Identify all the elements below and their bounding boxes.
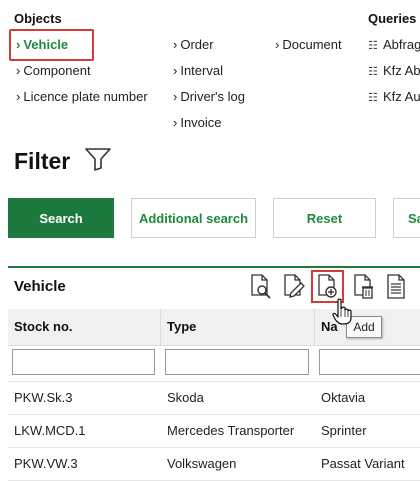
view-document-icon[interactable] xyxy=(249,273,273,301)
cell-stock-no: LKW.MCD.1 xyxy=(14,423,86,438)
query-item-1-label: Abfrag xyxy=(383,37,420,52)
name-filter-input[interactable] xyxy=(319,349,420,375)
type-filter-input[interactable] xyxy=(165,349,309,375)
column-header-type[interactable]: Type xyxy=(161,309,314,345)
nav-invoice-label: Invoice xyxy=(180,115,222,130)
cell-stock-no: PKW.VW.3 xyxy=(14,456,78,471)
query-icon: ☷ xyxy=(368,66,378,78)
queries-heading: Queries xyxy=(368,11,417,26)
save-button[interactable]: Sa xyxy=(393,198,420,238)
nav-drivers-log-label: Driver's log xyxy=(180,89,245,104)
table-row[interactable]: PKW.VW.3 Volkswagen Passat Variant xyxy=(8,448,420,481)
objects-heading: Objects xyxy=(14,11,62,26)
column-header-stock-no[interactable]: Stock no. xyxy=(8,309,160,345)
cell-type: Skoda xyxy=(167,390,204,405)
nav-order[interactable]: › Order xyxy=(173,37,214,52)
nav-drivers-log[interactable]: › Driver's log xyxy=(173,89,245,104)
reset-button[interactable]: Reset xyxy=(273,198,376,238)
cell-type: Volkswagen xyxy=(167,456,237,471)
table-row[interactable]: LKW.MCD.1 Mercedes Transporter Sprinter xyxy=(8,415,420,448)
search-button[interactable]: Search xyxy=(8,198,114,238)
cell-name: Passat Variant xyxy=(321,456,405,471)
nav-component-label: Component xyxy=(23,63,91,78)
query-item-2[interactable]: ☷ Kfz Abt xyxy=(368,63,420,78)
nav-order-label: Order xyxy=(180,37,214,52)
nav-licence-plate[interactable]: › Licence plate number xyxy=(16,89,148,104)
hand-cursor-icon xyxy=(332,298,352,325)
nav-document-label: Document xyxy=(282,37,342,52)
nav-vehicle-label: Vehicle xyxy=(23,37,69,52)
nav-interval[interactable]: › Interval xyxy=(173,63,223,78)
add-document-icon[interactable] xyxy=(316,273,340,301)
query-item-3-label: Kfz Aus xyxy=(383,89,420,104)
query-icon: ☷ xyxy=(368,40,378,52)
query-item-2-label: Kfz Abt xyxy=(383,63,420,78)
additional-search-button[interactable]: Additional search xyxy=(131,198,256,238)
cell-stock-no: PKW.Sk.3 xyxy=(14,390,73,405)
list-document-icon[interactable] xyxy=(385,273,409,301)
panel-divider xyxy=(8,266,420,268)
table-row[interactable]: PKW.Sk.3 Skoda Oktavia xyxy=(8,382,420,415)
delete-document-icon[interactable] xyxy=(352,273,376,301)
nav-document[interactable]: › Document xyxy=(275,37,342,52)
panel-title: Vehicle xyxy=(14,278,66,295)
nav-licence-plate-label: Licence plate number xyxy=(23,89,148,104)
query-item-1[interactable]: ☷ Abfrag xyxy=(368,37,420,52)
nav-vehicle[interactable]: › Vehicle xyxy=(16,37,68,52)
nav-interval-label: Interval xyxy=(180,63,223,78)
cell-name: Oktavia xyxy=(321,390,366,405)
edit-document-icon[interactable] xyxy=(282,273,306,301)
filter-title: Filter xyxy=(14,148,71,174)
cell-type: Mercedes Transporter xyxy=(167,423,295,438)
cell-name: Sprinter xyxy=(321,423,367,438)
stock-no-filter-input[interactable] xyxy=(12,349,155,375)
funnel-icon[interactable] xyxy=(84,146,112,172)
query-item-3[interactable]: ☷ Kfz Aus xyxy=(368,89,420,104)
filter-row xyxy=(8,345,420,382)
query-icon: ☷ xyxy=(368,92,378,104)
nav-component[interactable]: › Component xyxy=(16,63,91,78)
nav-invoice[interactable]: › Invoice xyxy=(173,115,222,130)
